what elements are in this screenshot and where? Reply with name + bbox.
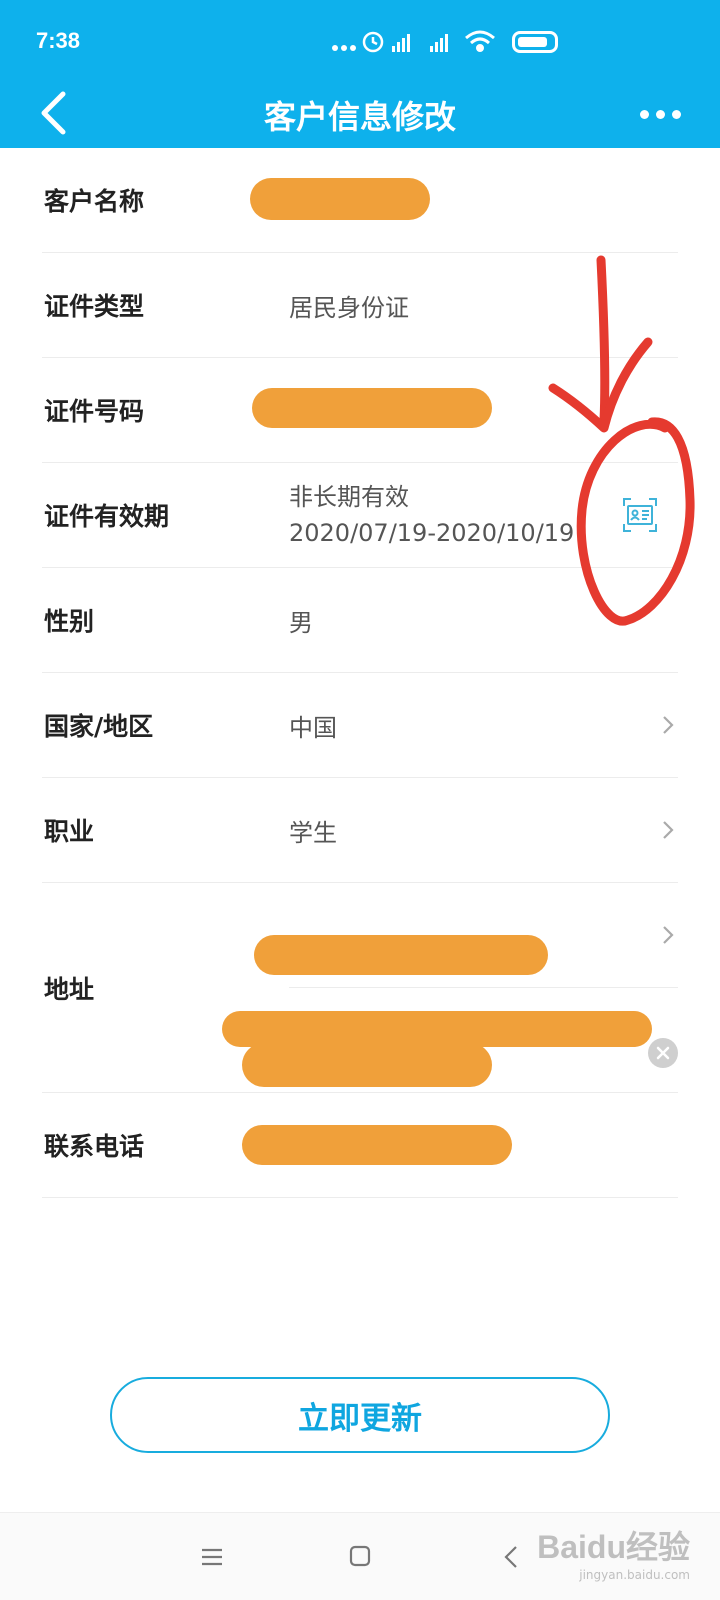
row-label: 证件类型 bbox=[44, 292, 145, 321]
battery-icon bbox=[512, 31, 558, 53]
phone-row[interactable]: 联系电话 bbox=[42, 1093, 678, 1198]
country-value: 中国 bbox=[289, 713, 337, 742]
alarm-icon bbox=[362, 31, 384, 53]
id-card-scan-icon[interactable] bbox=[622, 497, 658, 533]
row-label: 国家/地区 bbox=[44, 712, 154, 741]
validity-dates: 2020/07/19-2020/10/19 bbox=[289, 519, 575, 547]
row-label: 证件有效期 bbox=[44, 502, 170, 531]
app-header: 客户信息修改 bbox=[0, 80, 720, 148]
page-title: 客户信息修改 bbox=[263, 98, 456, 136]
status-time: 7:38 bbox=[36, 28, 81, 53]
redaction-scribble bbox=[254, 935, 548, 975]
id-number-row[interactable]: 证件号码 bbox=[42, 358, 678, 463]
id-type-row[interactable]: 证件类型 居民身份证 bbox=[42, 253, 678, 358]
row-label: 职业 bbox=[44, 817, 95, 846]
row-label: 地址 bbox=[44, 974, 95, 1004]
redaction-scribble bbox=[250, 178, 430, 220]
redaction-scribble bbox=[252, 388, 492, 428]
update-now-button[interactable]: 立即更新 bbox=[110, 1377, 610, 1453]
row-label: 性别 bbox=[44, 607, 95, 636]
clear-input-icon[interactable] bbox=[648, 1038, 678, 1068]
occupation-value: 学生 bbox=[289, 818, 337, 847]
row-label: 证件号码 bbox=[44, 397, 145, 426]
more-options-icon[interactable] bbox=[630, 94, 690, 134]
home-icon[interactable] bbox=[344, 1543, 376, 1571]
id-validity-value: 非长期有效 2020/07/19-2020/10/19 bbox=[289, 463, 574, 567]
status-bar: 7:38 bbox=[0, 0, 720, 80]
wifi-icon bbox=[465, 30, 495, 52]
row-label: 联系电话 bbox=[44, 1132, 145, 1161]
chevron-right-icon[interactable] bbox=[662, 924, 674, 946]
redaction-scribble bbox=[242, 1125, 512, 1165]
country-row[interactable]: 国家/地区 中国 bbox=[42, 673, 678, 778]
redaction-scribble bbox=[242, 1043, 492, 1087]
gender-row[interactable]: 性别 男 bbox=[42, 568, 678, 673]
address-row[interactable]: 地址 bbox=[42, 883, 678, 1093]
signal-icon bbox=[392, 34, 448, 52]
redaction-scribble bbox=[222, 1011, 652, 1047]
baidu-watermark: Baidu经验 jingyan.baidu.com bbox=[537, 1522, 690, 1582]
customer-info-form: 客户名称 证件类型 居民身份证 证件号码 证件有效期 非长期有效 2020/07… bbox=[42, 148, 678, 1198]
row-label: 客户名称 bbox=[44, 187, 145, 216]
validity-type: 非长期有效 bbox=[289, 483, 409, 511]
watermark-sub: jingyan.baidu.com bbox=[579, 1568, 690, 1582]
menu-icon[interactable] bbox=[196, 1543, 228, 1571]
id-type-value: 居民身份证 bbox=[289, 293, 409, 322]
occupation-row[interactable]: 职业 学生 bbox=[42, 778, 678, 883]
gender-value: 男 bbox=[289, 608, 313, 637]
customer-name-row[interactable]: 客户名称 bbox=[42, 148, 678, 253]
back-icon[interactable] bbox=[496, 1543, 528, 1571]
watermark-main: Baidu经验 bbox=[537, 1529, 690, 1565]
id-validity-row[interactable]: 证件有效期 非长期有效 2020/07/19-2020/10/19 bbox=[42, 463, 678, 568]
chevron-right-icon bbox=[663, 821, 674, 839]
chevron-right-icon bbox=[663, 716, 674, 734]
address-divider bbox=[289, 987, 678, 988]
